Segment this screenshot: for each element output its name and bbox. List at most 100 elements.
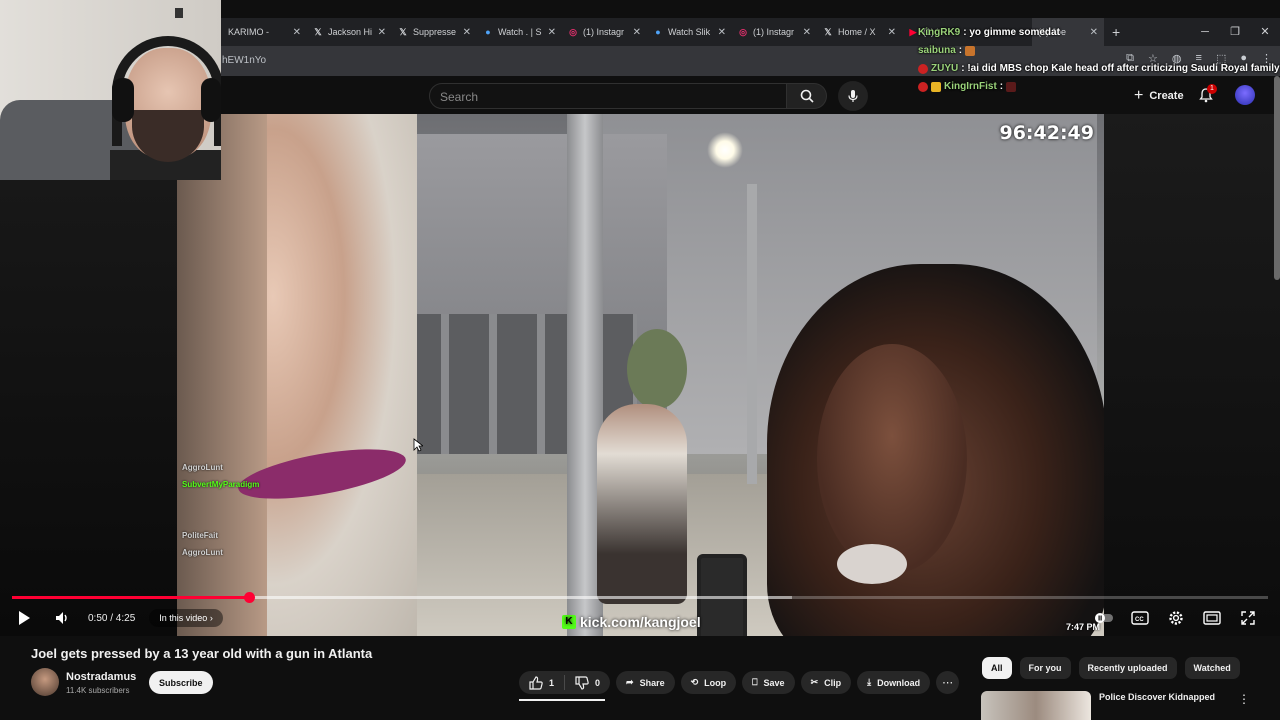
wall-object — [175, 8, 183, 18]
chat-emote-icon — [1006, 82, 1017, 92]
bookmark-icon: ⎕ — [752, 677, 758, 687]
kick-logo-icon: K — [562, 615, 576, 629]
search-placeholder: Search — [440, 90, 479, 104]
browser-tab-8[interactable]: 𝕏 Home / X ✕ — [817, 18, 902, 46]
close-icon[interactable]: ✕ — [803, 27, 811, 38]
channel-avatar[interactable] — [31, 668, 59, 696]
autoplay-toggle[interactable] — [1092, 606, 1116, 630]
browser-tab-7[interactable]: ◎ (1) Instagr ✕ — [732, 18, 817, 46]
tab-title: (1) Instagr — [583, 27, 625, 37]
autoplay-icon — [1095, 613, 1113, 623]
video-frame: AggroLunt SubvertMyParadigm PoliteFait A… — [177, 114, 1104, 636]
embedded-chat-user — [182, 510, 259, 527]
embedded-chat-user: AggroLunt — [182, 548, 223, 557]
browser-tab-6[interactable]: ● Watch Slik ✕ — [647, 18, 732, 46]
download-button[interactable]: ⤓ Download — [857, 671, 931, 694]
dislike-button[interactable]: 0 — [565, 671, 610, 694]
x-icon: 𝕏 — [399, 26, 407, 37]
stream-chat-overlay: KingRK9 : yo gimme somedat saibuna : ZUY… — [918, 24, 1280, 96]
play-button[interactable] — [12, 606, 36, 630]
recommended-video-title[interactable]: Police Discover Kidnapped — [1099, 692, 1215, 702]
recommended-video-menu-icon[interactable]: ⋮ — [1238, 692, 1250, 706]
settings-button[interactable] — [1164, 606, 1188, 630]
close-icon[interactable]: ✕ — [463, 27, 471, 38]
chat-line: KingIrnFist : — [918, 78, 1280, 96]
face — [817, 344, 967, 574]
gear-icon — [1169, 611, 1183, 625]
loop-button[interactable]: ⟲ Loop — [680, 671, 737, 694]
captions-button[interactable]: CC — [1128, 606, 1152, 630]
like-button[interactable]: 1 — [519, 671, 564, 694]
chat-message: : — [999, 81, 1004, 92]
theater-mode-button[interactable] — [1200, 606, 1224, 630]
x-icon: 𝕏 — [314, 26, 322, 37]
search-input[interactable]: Search — [429, 83, 787, 109]
scrubber-handle[interactable] — [244, 592, 255, 603]
tree — [627, 329, 687, 409]
like-underline — [519, 699, 605, 701]
share-label: Share — [639, 677, 665, 688]
subscribe-button[interactable]: Subscribe — [149, 671, 213, 694]
x-icon: 𝕏 — [824, 26, 832, 37]
close-icon[interactable]: ✕ — [548, 27, 556, 38]
instagram-icon: ◎ — [569, 26, 577, 37]
chevron-right-icon: › — [209, 613, 213, 623]
globe-icon: ● — [655, 27, 661, 37]
browser-tab-1[interactable]: KARIMO - ✕ — [222, 18, 307, 46]
download-label: Download — [877, 677, 921, 688]
clip-button[interactable]: ✂ Clip — [800, 671, 852, 694]
mouse-cursor-icon — [413, 438, 423, 452]
chip-for-you[interactable]: For you — [1019, 657, 1071, 679]
mouth — [837, 544, 907, 584]
share-icon: ➦ — [626, 677, 634, 687]
chat-badge-icon — [918, 64, 928, 74]
chat-line: saibuna : — [918, 42, 1280, 60]
youtube-icon: ▶ — [909, 26, 917, 37]
chip-all[interactable]: All — [982, 657, 1012, 679]
chat-username: ZUYU — [931, 63, 959, 74]
chapters-chip[interactable]: In this video › — [149, 609, 223, 627]
close-icon[interactable]: ✕ — [888, 27, 896, 38]
chapters-chip-label: In this video — [159, 613, 208, 623]
browser-tab-2[interactable]: 𝕏 Jackson Hi ✕ — [307, 18, 392, 46]
close-icon[interactable]: ✕ — [293, 27, 301, 38]
browser-tab-4[interactable]: ● Watch . | S ✕ — [477, 18, 562, 46]
chip-watched[interactable]: Watched — [1184, 657, 1240, 679]
mute-button[interactable] — [50, 606, 74, 630]
fullscreen-button[interactable] — [1236, 606, 1260, 630]
embedded-chat-user: AggroLunt — [182, 463, 223, 472]
page-scrollbar[interactable] — [1274, 76, 1280, 280]
tab-title: KARIMO - — [228, 27, 270, 37]
more-actions-button[interactable]: ⋯ — [936, 671, 960, 694]
recommended-video-thumbnail[interactable] — [981, 691, 1091, 720]
tab-title: Home / X — [838, 27, 876, 37]
video-player[interactable]: AggroLunt SubvertMyParadigm PoliteFait A… — [0, 114, 1280, 636]
tab-title: Suppresse — [413, 27, 457, 37]
browser-tab-3[interactable]: 𝕏 Suppresse ✕ — [392, 18, 477, 46]
search-button[interactable] — [787, 83, 827, 109]
url-field[interactable]: hEW1nYo — [222, 55, 266, 66]
video-title: Joel gets pressed by a 13 year old with … — [31, 646, 373, 661]
webcam-overlay — [0, 0, 221, 180]
close-icon[interactable]: ✕ — [718, 27, 726, 38]
chat-message: : yo gimme somedat — [963, 27, 1060, 38]
thumbs-up-icon — [529, 675, 543, 690]
share-button[interactable]: ➦ Share — [616, 671, 675, 694]
theater-icon — [1203, 611, 1221, 625]
voice-search-button[interactable] — [838, 81, 868, 111]
chip-recently-uploaded[interactable]: Recently uploaded — [1078, 657, 1177, 679]
chat-username: saibuna — [918, 45, 956, 56]
search-icon — [800, 89, 814, 103]
browser-tab-5[interactable]: ◎ (1) Instagr ✕ — [562, 18, 647, 46]
volume-icon — [56, 612, 67, 624]
dislike-count: 0 — [595, 677, 601, 688]
close-icon[interactable]: ✕ — [378, 27, 386, 38]
chat-username: KingRK9 — [918, 27, 961, 38]
captions-icon: CC — [1131, 611, 1149, 625]
save-button[interactable]: ⎕ Save — [742, 671, 795, 694]
embedded-chat-user: PoliteFait — [182, 531, 219, 540]
loop-icon: ⟲ — [690, 677, 699, 687]
channel-name[interactable]: Nostradamus — [66, 671, 136, 683]
close-icon[interactable]: ✕ — [633, 27, 641, 38]
player-controls-left: 0:50 / 4:25 In this video › — [12, 606, 223, 630]
